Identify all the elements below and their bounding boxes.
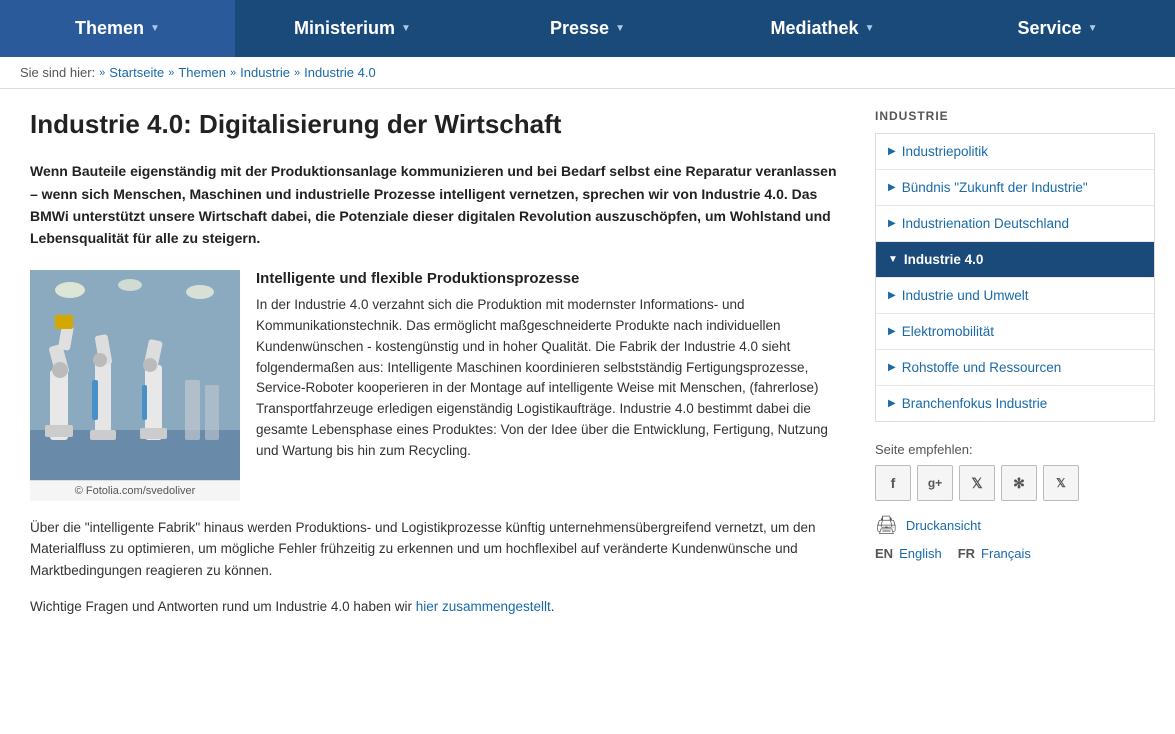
breadcrumb-item-1[interactable]: Themen: [178, 65, 226, 80]
article-image: [30, 270, 240, 480]
image-caption: © Fotolia.com/svedoliver: [30, 480, 240, 501]
menu-arrow: ▼: [888, 254, 898, 265]
menu-arrow: ▶: [888, 362, 896, 373]
breadcrumb-separator: »: [230, 67, 236, 79]
share-buttons: f g+ 𝕏 ✻ 𝕏: [875, 465, 1155, 501]
breadcrumb-separator: »: [168, 67, 174, 79]
menu-arrow: ▶: [888, 182, 896, 193]
menu-arrow: ▶: [888, 398, 896, 409]
sidebar-menu-item-5[interactable]: ▶ Elektromobilität: [876, 314, 1154, 350]
menu-item-label: Rohstoffe und Ressourcen: [902, 360, 1062, 375]
menu-arrow: ▶: [888, 290, 896, 301]
intro-paragraph: Wenn Bauteile eigenständig mit der Produ…: [30, 160, 845, 250]
footer-text: Wichtige Fragen und Antworten rund um In…: [30, 596, 845, 618]
section-text-block: Intelligente und flexible Produktionspro…: [256, 270, 845, 501]
print-row[interactable]: 🖨 Druckansicht: [875, 515, 1155, 536]
nav-item-themen[interactable]: Themen ▼: [0, 0, 235, 57]
sidebar-menu-item-0[interactable]: ▶ Industriepolitik: [876, 134, 1154, 170]
nav-arrow: ▼: [865, 23, 875, 34]
nav-item-presse[interactable]: Presse ▼: [470, 0, 705, 57]
breadcrumb: Sie sind hier: » Startseite » Themen » Indust…: [0, 57, 1175, 89]
image-text-block: © Fotolia.com/svedoliver Intelligente un…: [30, 270, 845, 501]
breadcrumb-prefix: Sie sind hier:: [20, 65, 95, 80]
nav-item-ministerium[interactable]: Ministerium ▼: [235, 0, 470, 57]
menu-item-label: Branchenfokus Industrie: [902, 396, 1048, 411]
french-code: FR: [958, 546, 975, 561]
language-row: EN English FR Français: [875, 546, 1155, 561]
nav-arrow: ▼: [1088, 23, 1098, 34]
english-code: EN: [875, 546, 893, 561]
sidebar-menu: ▶ Industriepolitik ▶ Bündnis "Zukunft der I…: [875, 133, 1155, 422]
menu-arrow: ▶: [888, 326, 896, 337]
english-link[interactable]: EN English: [875, 546, 942, 561]
menu-item-label: Industrienation Deutschland: [902, 216, 1069, 231]
breadcrumb-separator: »: [99, 67, 105, 79]
menu-item-label: Industriepolitik: [902, 144, 988, 159]
english-label: English: [899, 546, 942, 561]
xing-button[interactable]: 𝕏: [1043, 465, 1079, 501]
sidebar: INDUSTRIE ▶ Industriepolitik ▶ Bündnis "Zuk…: [875, 109, 1155, 631]
menu-item-label: Industrie und Umwelt: [902, 288, 1029, 303]
image-block: © Fotolia.com/svedoliver: [30, 270, 240, 501]
sidebar-menu-item-1[interactable]: ▶ Bündnis "Zukunft der Industrie": [876, 170, 1154, 206]
breadcrumb-item-3[interactable]: Industrie 4.0: [304, 65, 376, 80]
french-link[interactable]: FR Français: [958, 546, 1031, 561]
here-link[interactable]: hier zusammengestellt: [416, 599, 551, 614]
more-button[interactable]: ✻: [1001, 465, 1037, 501]
breadcrumb-item-2[interactable]: Industrie: [240, 65, 290, 80]
nav-label: Presse: [550, 18, 609, 39]
sidebar-menu-item-6[interactable]: ▶ Rohstoffe und Ressourcen: [876, 350, 1154, 386]
breadcrumb-separator: »: [294, 67, 300, 79]
sidebar-menu-item-4[interactable]: ▶ Industrie und Umwelt: [876, 278, 1154, 314]
print-label: Druckansicht: [906, 518, 981, 533]
menu-arrow: ▶: [888, 146, 896, 157]
section-paragraph: In der Industrie 4.0 verzahnt sich die P…: [256, 295, 845, 462]
sidebar-menu-item-2[interactable]: ▶ Industrienation Deutschland: [876, 206, 1154, 242]
nav-arrow: ▼: [401, 23, 411, 34]
breadcrumb-item-0[interactable]: Startseite: [109, 65, 164, 80]
sidebar-menu-item-7[interactable]: ▶ Branchenfokus Industrie: [876, 386, 1154, 421]
nav-label: Themen: [75, 18, 144, 39]
page-title: Industrie 4.0: Digitalisierung der Wirts…: [30, 109, 845, 140]
menu-item-label: Bündnis "Zukunft der Industrie": [902, 180, 1088, 195]
main-container: Industrie 4.0: Digitalisierung der Wirts…: [0, 89, 1175, 651]
section-heading: Intelligente und flexible Produktionspro…: [256, 270, 845, 287]
sidebar-title: INDUSTRIE: [875, 109, 1155, 127]
print-icon: 🖨: [875, 515, 898, 536]
nav-label: Mediathek: [771, 18, 859, 39]
nav-item-mediathek[interactable]: Mediathek ▼: [705, 0, 940, 57]
top-navigation: Themen▼Ministerium▼Presse▼Mediathek▼Serv…: [0, 0, 1175, 57]
twitter-button[interactable]: 𝕏: [959, 465, 995, 501]
nav-label: Service: [1018, 18, 1082, 39]
sidebar-menu-item-3[interactable]: ▼ Industrie 4.0: [876, 242, 1154, 278]
share-section: Seite empfehlen: f g+ 𝕏 ✻ 𝕏 🖨 Druckansic…: [875, 442, 1155, 561]
content-area: Industrie 4.0: Digitalisierung der Wirts…: [30, 109, 845, 631]
share-label: Seite empfehlen:: [875, 442, 1155, 457]
nav-arrow: ▼: [150, 23, 160, 34]
french-label: Français: [981, 546, 1031, 561]
nav-item-service[interactable]: Service ▼: [940, 0, 1175, 57]
nav-label: Ministerium: [294, 18, 395, 39]
googleplus-button[interactable]: g+: [917, 465, 953, 501]
facebook-button[interactable]: f: [875, 465, 911, 501]
nav-arrow: ▼: [615, 23, 625, 34]
menu-item-label: Industrie 4.0: [904, 252, 984, 267]
menu-arrow: ▶: [888, 218, 896, 229]
body-text-1: Über die "intelligente Fabrik" hinaus we…: [30, 517, 845, 582]
menu-item-label: Elektromobilität: [902, 324, 994, 339]
